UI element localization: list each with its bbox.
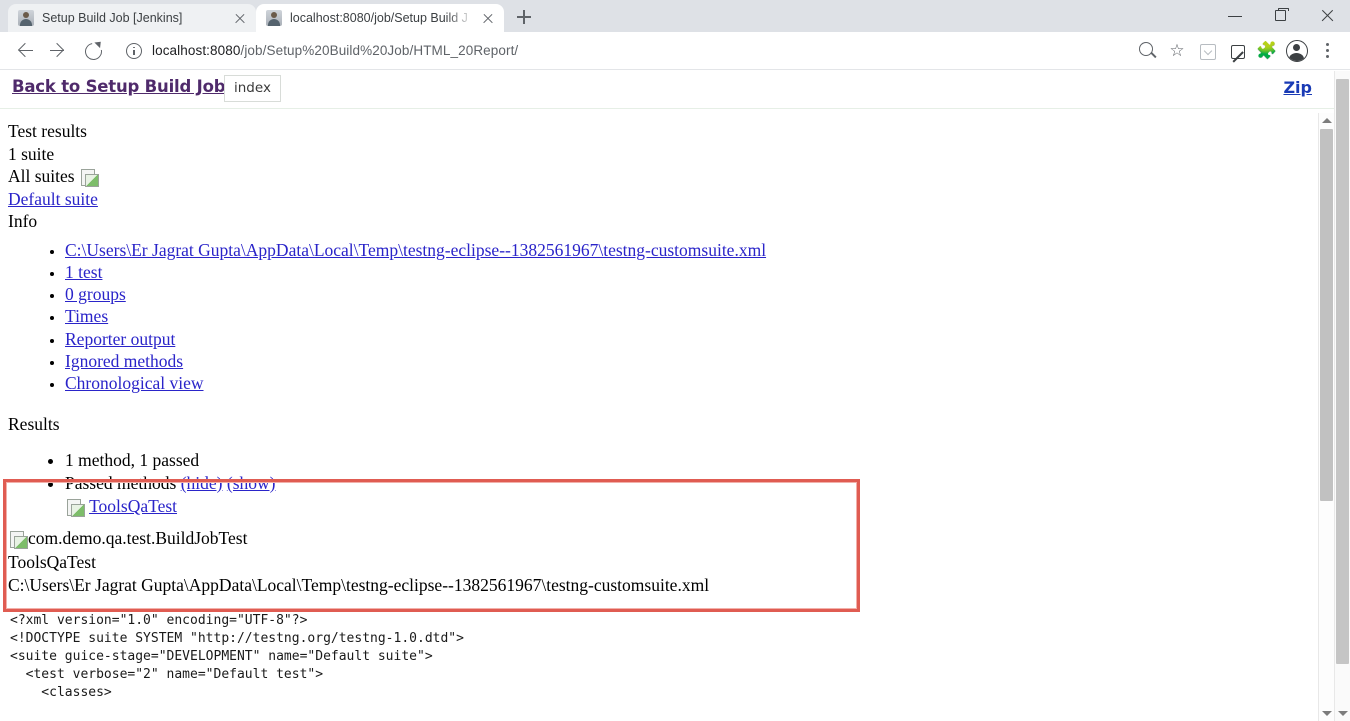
browser-tab-2[interactable]: localhost:8080/job/Setup Build J	[256, 4, 504, 32]
show-link[interactable]: (show)	[227, 473, 276, 493]
chrome-browser-window: Setup Build Job [Jenkins] localhost:8080…	[0, 0, 1350, 721]
all-suites-row: All suites	[8, 165, 1318, 188]
list-item: Reporter output	[65, 328, 1318, 350]
extension-highlight-icon[interactable]	[1222, 36, 1252, 66]
zoom-magnifier-icon[interactable]	[1132, 36, 1162, 66]
window-controls	[1212, 0, 1350, 32]
browser-tab-1[interactable]: Setup Build Job [Jenkins]	[8, 4, 256, 32]
suite-file-path: C:\Users\Er Jagrat Gupta\AppData\Local\T…	[8, 575, 710, 596]
list-item: 1 method, 1 passed	[65, 449, 1318, 472]
url-text: localhost:8080/job/Setup%20Build%20Job/H…	[152, 43, 518, 58]
test-class-row: com.demo.qa.test.BuildJobTest	[8, 527, 1318, 551]
scroll-down-arrow-icon[interactable]	[1322, 711, 1332, 716]
list-item: Chronological view	[65, 372, 1318, 394]
broken-image-icon	[10, 531, 28, 550]
maximize-icon[interactable]	[1258, 0, 1304, 32]
results-summary: 1 method, 1 passed	[65, 450, 200, 471]
address-bar[interactable]: localhost:8080/job/Setup%20Build%20Job/H…	[116, 36, 1126, 65]
test-name: ToolsQaTest	[8, 551, 96, 572]
ignored-methods-link[interactable]: Ignored methods	[65, 351, 183, 371]
back-to-setup-build-job-link[interactable]: Back to Setup Build Job	[12, 77, 226, 96]
back-arrow-icon[interactable]	[8, 34, 42, 68]
broken-image-icon	[80, 169, 99, 187]
suite-xml-source: <?xml version="1.0" encoding="UTF-8"?> <…	[10, 612, 464, 701]
results-title: Results	[8, 413, 60, 434]
chrome-menu-kebab-icon[interactable]	[1312, 36, 1342, 66]
page-scrollbar[interactable]	[1334, 71, 1350, 721]
browser-tab-2-title: localhost:8080/job/Setup Build J	[290, 11, 468, 25]
chronological-view-link[interactable]: Chronological view	[65, 373, 204, 393]
scroll-up-arrow-icon[interactable]	[1322, 118, 1332, 123]
scrollbar-thumb[interactable]	[1320, 129, 1333, 501]
url-host: localhost:8080	[152, 43, 241, 58]
reload-icon[interactable]	[76, 34, 110, 68]
toolsqatest-method-link[interactable]: ToolsQaTest	[89, 496, 177, 516]
passed-methods-label: Passed methods	[65, 473, 177, 494]
default-suite-link[interactable]: Default suite	[8, 189, 98, 209]
profile-avatar-icon[interactable]	[1282, 36, 1312, 66]
install-app-icon[interactable]	[1192, 36, 1222, 66]
reporter-output-link[interactable]: Reporter output	[65, 329, 175, 349]
list-item: Times	[65, 305, 1318, 327]
jenkins-favicon	[18, 10, 34, 26]
jenkins-favicon	[266, 10, 282, 26]
info-circle-icon[interactable]	[126, 42, 142, 59]
tab-strip: Setup Build Job [Jenkins] localhost:8080…	[0, 0, 1350, 32]
groups-link[interactable]: 0 groups	[65, 284, 126, 304]
browser-toolbar: localhost:8080/job/Setup%20Build%20Job/H…	[0, 32, 1350, 70]
test-class-name: com.demo.qa.test.BuildJobTest	[28, 528, 248, 549]
list-item: C:\Users\Er Jagrat Gupta\AppData\Local\T…	[65, 239, 1318, 261]
zip-link[interactable]: Zip	[1283, 78, 1312, 97]
report-frame-scrollbar[interactable]	[1318, 113, 1334, 721]
toolbar-icon-group: ☆ 🧩	[1132, 36, 1342, 66]
browser-tab-1-title: Setup Build Job [Jenkins]	[42, 11, 183, 25]
list-item: 1 test	[65, 261, 1318, 283]
new-tab-button[interactable]	[510, 3, 538, 31]
url-path: /job/Setup%20Build%20Job/HTML_20Report/	[240, 43, 519, 58]
list-item: 0 groups	[65, 283, 1318, 305]
index-tab[interactable]: index	[224, 75, 281, 102]
page-viewport: Back to Setup Build Job index Zip Test r…	[0, 71, 1350, 721]
info-link-list: C:\Users\Er Jagrat Gupta\AppData\Local\T…	[8, 239, 1318, 395]
window-close-icon[interactable]	[1304, 0, 1350, 32]
tests-link[interactable]: 1 test	[65, 262, 102, 282]
close-icon[interactable]	[232, 10, 248, 26]
report-heading: Test results	[8, 121, 87, 141]
jenkins-report-header: Back to Setup Build Job index Zip	[0, 71, 1350, 109]
scroll-down-arrow-icon[interactable]	[1338, 711, 1348, 716]
test-detail-block: com.demo.qa.test.BuildJobTest ToolsQaTes…	[8, 527, 1318, 598]
minimize-icon[interactable]	[1212, 0, 1258, 32]
default-suite-row: Default suite	[8, 188, 1318, 211]
results-list: 1 method, 1 passed Passed methods (hide)…	[8, 449, 1318, 518]
broken-image-icon	[67, 499, 85, 518]
suite-count: 1 suite	[8, 143, 55, 164]
bookmark-star-icon[interactable]: ☆	[1162, 36, 1192, 66]
suite-xml-path-link[interactable]: C:\Users\Er Jagrat Gupta\AppData\Local\T…	[65, 240, 766, 260]
list-item: Ignored methods	[65, 350, 1318, 372]
list-item: Passed methods (hide) (show) ToolsQaTest	[65, 472, 1318, 518]
hide-link[interactable]: (hide)	[181, 473, 223, 493]
scrollbar-thumb[interactable]	[1336, 79, 1349, 664]
extensions-puzzle-icon[interactable]: 🧩	[1252, 36, 1282, 66]
all-suites-label: All suites	[8, 166, 75, 186]
close-icon[interactable]	[480, 10, 496, 26]
passed-method-row: ToolsQaTest	[65, 495, 1318, 518]
forward-arrow-icon[interactable]	[42, 34, 76, 68]
info-label: Info	[8, 211, 38, 231]
testng-report-frame: Test results 1 suite All suites Default …	[0, 113, 1318, 721]
times-link[interactable]: Times	[65, 306, 108, 326]
